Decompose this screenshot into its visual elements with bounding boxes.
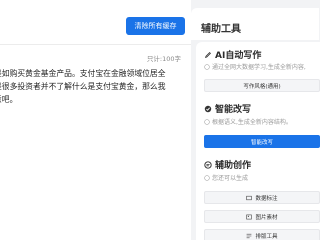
- tool-panel: AI自动写作 通过全网大数据学习,生成全新内容, 写作风格(通用) 智能改写 根…: [196, 42, 320, 240]
- ai-write-desc: 通过全网大数据学习,生成全新内容,: [212, 64, 306, 71]
- pen-icon: [204, 51, 211, 58]
- rewrite-title: 智能改写: [215, 105, 252, 115]
- image-icon: [246, 214, 253, 219]
- assist-title: 辅助创作: [215, 161, 252, 171]
- assist-icon: [204, 160, 212, 169]
- editor-line: 意吧。: [0, 95, 18, 105]
- image-material-text: 图片素材: [255, 214, 278, 221]
- smart-rewrite-button[interactable]: 智能改写: [204, 135, 320, 148]
- info-icon: [204, 118, 210, 125]
- editor-divider: [0, 44, 191, 45]
- word-count: 只计:100字: [146, 55, 181, 63]
- rewrite-icon: [204, 105, 212, 112]
- assist-section-title: 辅助创作: [204, 158, 251, 171]
- assist-desc: 您还可以生成: [212, 175, 249, 182]
- data-label-text: 数据标注: [255, 195, 278, 202]
- rewrite-desc: 根据语义,生成全新内容结构。: [212, 119, 292, 126]
- rewrite-desc-row: 根据语义,生成全新内容结构。: [204, 117, 292, 126]
- assist-desc-row: 您还可以生成: [204, 173, 248, 182]
- layout-tool-button[interactable]: 排版工具: [204, 229, 320, 240]
- layout-icon: [247, 233, 252, 238]
- editor-pane: 清除所有缓存 只计:100字 是如购买黄金基金产品。支付宝在金融领域位居全 是很…: [0, 0, 191, 240]
- data-icon: [246, 195, 253, 200]
- data-label-button[interactable]: 数据标注: [204, 191, 320, 204]
- clear-cache-button[interactable]: 清除所有缓存: [126, 17, 185, 35]
- ai-write-desc-row: 通过全网大数据学习,生成全新内容,: [204, 62, 306, 71]
- editor-text-area[interactable]: 是如购买黄金基金产品。支付宝在金融领域位居全 是很多投资者并不了解什么是支付宝黄…: [0, 67, 184, 107]
- image-material-button[interactable]: 图片素材: [204, 210, 320, 223]
- tool-panel-header: 辅助工具: [191, 8, 319, 40]
- writing-style-label: 写作风格(通用): [243, 83, 281, 90]
- rewrite-section-title: 智能改写: [204, 102, 251, 115]
- info-icon: [204, 63, 210, 70]
- writing-style-button[interactable]: 写作风格(通用): [204, 79, 320, 92]
- ai-write-section-title: AI自动写作: [204, 48, 261, 61]
- editor-line: 是如购买黄金基金产品。支付宝在金融领域位居全: [0, 69, 166, 78]
- layout-tool-text: 排版工具: [255, 233, 278, 240]
- editor-line: 是很多投资者并不了解什么是支付宝黄金，那么我: [0, 82, 166, 92]
- panel-title: 辅助工具: [201, 24, 241, 35]
- ai-write-title: AI自动写作: [215, 51, 262, 61]
- smart-rewrite-label: 智能改写: [250, 139, 273, 146]
- info-icon: [204, 174, 210, 181]
